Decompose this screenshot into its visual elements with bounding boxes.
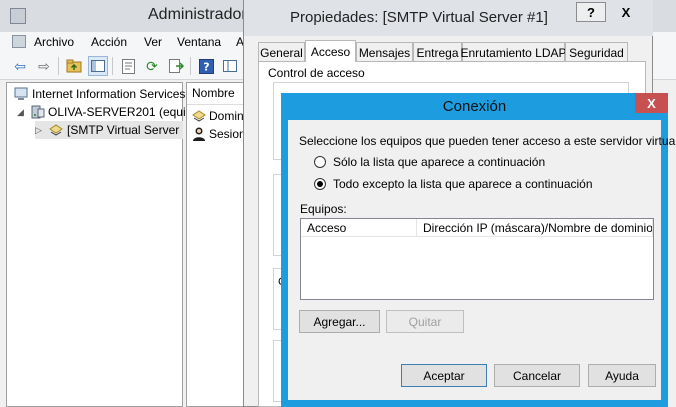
tab-mensajes[interactable]: Mensajes <box>356 42 413 62</box>
list-item-label: Domin <box>209 109 244 123</box>
tab-seguridad[interactable]: Seguridad <box>565 42 628 62</box>
help-button[interactable]: Ayuda <box>588 364 656 387</box>
tree-item-smtp[interactable]: ▷ [SMTP Virtual Server <box>35 121 184 139</box>
tree-item-iis[interactable]: Internet Information Services <box>13 85 185 103</box>
radio-all-except[interactable]: Todo excepto la lista que aparece a cont… <box>314 177 593 191</box>
menu-accion[interactable]: Acción <box>91 35 127 49</box>
toolbar-separator <box>58 57 59 75</box>
connection-dialog-title: Conexión <box>442 98 507 115</box>
properties-close-button[interactable]: X <box>606 2 646 22</box>
radio-only-list[interactable]: Sólo la lista que aparece a continuación <box>314 155 545 169</box>
add-button[interactable]: Agregar... <box>299 310 380 333</box>
mmc-window-title: Administrador <box>148 6 247 23</box>
column-divider[interactable] <box>652 219 653 237</box>
tree-item-server[interactable]: ◢ OLIVA-SERVER201 (equip <box>17 103 192 121</box>
smtp-server-icon <box>48 122 64 138</box>
console-icon[interactable] <box>12 35 26 48</box>
column-header-ip-domain[interactable]: Dirección IP (máscara)/Nombre de dominio <box>417 219 653 237</box>
show-tree-icon[interactable] <box>88 56 108 76</box>
list-item[interactable]: Domin <box>191 107 244 125</box>
list-item-label: Sesion <box>209 127 246 141</box>
computers-list-header: Acceso Dirección IP (máscara)/Nombre de … <box>301 219 653 237</box>
expanded-arrow-icon[interactable]: ◢ <box>17 107 27 118</box>
back-arrow-icon[interactable]: ⇦ <box>10 56 30 76</box>
connection-title-bar[interactable]: Conexión X <box>281 93 668 120</box>
help-icon[interactable]: ? <box>196 56 216 76</box>
radio-only-list-button[interactable] <box>314 156 326 168</box>
mmc-app-icon <box>10 8 26 24</box>
connection-close-button[interactable]: X <box>635 93 668 113</box>
radio-all-except-label[interactable]: Todo excepto la lista que aparece a cont… <box>333 177 593 191</box>
collapsed-arrow-icon[interactable]: ▷ <box>35 125 45 136</box>
svg-text:?: ? <box>203 60 209 73</box>
tab-acceso[interactable]: Acceso <box>305 40 356 62</box>
tree-item-label: OLIVA-SERVER201 (equip <box>48 105 193 119</box>
sessions-icon <box>191 126 207 142</box>
server-icon <box>29 104 45 120</box>
forward-arrow-icon[interactable]: ⇨ <box>34 56 54 76</box>
menu-ventana[interactable]: Ventana <box>177 35 221 49</box>
menu-ver[interactable]: Ver <box>144 35 162 49</box>
view-pane-icon[interactable] <box>220 56 240 76</box>
properties-title-bar[interactable]: Propiedades: [SMTP Virtual Server #1] ? … <box>244 0 653 36</box>
tab-entrega[interactable]: Entrega <box>413 42 462 62</box>
up-folder-icon[interactable] <box>64 56 84 76</box>
properties-dialog-title: Propiedades: [SMTP Virtual Server #1] <box>290 9 548 26</box>
radio-all-except-button[interactable] <box>314 178 326 190</box>
tab-general[interactable]: General <box>258 42 305 62</box>
access-control-label: Control de acceso <box>266 66 367 80</box>
domains-icon <box>191 108 207 124</box>
iis-icon <box>13 86 29 102</box>
ok-button[interactable]: Aceptar <box>401 364 487 387</box>
radio-only-list-label[interactable]: Sólo la lista que aparece a continuación <box>333 155 545 169</box>
tree-item-label: Internet Information Services <box>32 87 186 101</box>
properties-help-button[interactable]: ? <box>576 2 606 22</box>
refresh-icon[interactable]: ⟳ <box>142 56 162 76</box>
connection-dialog: Conexión X Seleccione los equipos que pu… <box>281 93 676 407</box>
remove-button[interactable]: Quitar <box>386 310 464 333</box>
tab-enrutamiento-ldap[interactable]: Enrutamiento LDAP <box>460 42 567 62</box>
column-header-acceso[interactable]: Acceso <box>301 219 416 237</box>
export-list-icon[interactable] <box>166 56 186 76</box>
toolbar-separator <box>190 57 191 75</box>
computers-list[interactable]: Acceso Dirección IP (máscara)/Nombre de … <box>300 218 654 300</box>
instruction-text: Seleccione los equipos que pueden tener … <box>299 134 676 148</box>
list-item[interactable]: Sesion <box>191 125 246 143</box>
properties-icon[interactable] <box>118 56 138 76</box>
connection-dialog-body: Seleccione los equipos que pueden tener … <box>288 120 676 400</box>
toolbar-separator <box>112 57 113 75</box>
equipos-label: Equipos: <box>300 202 347 216</box>
cancel-button[interactable]: Cancelar <box>494 364 580 387</box>
menu-archivo[interactable]: Archivo <box>34 35 74 49</box>
console-tree[interactable]: Internet Information Services ◢ OLIVA-SE… <box>6 82 192 407</box>
tree-item-label: [SMTP Virtual Server <box>67 123 180 137</box>
